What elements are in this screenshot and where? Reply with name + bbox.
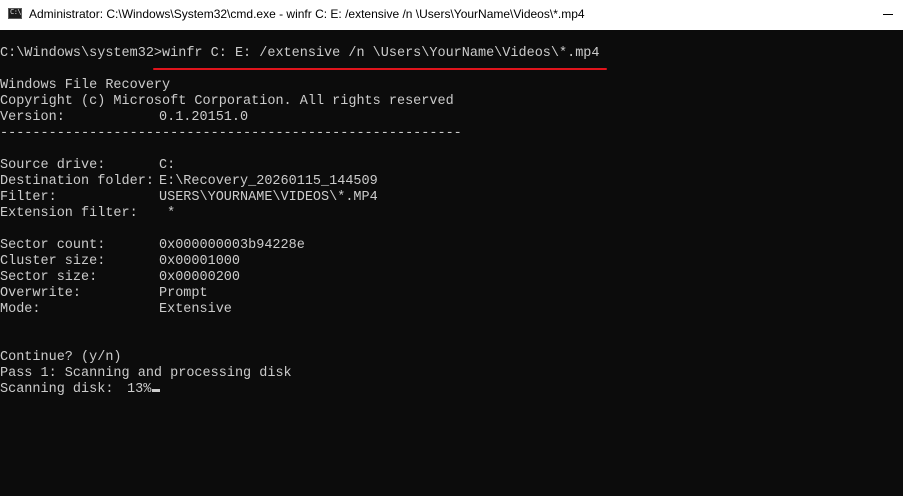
scan-progress-line: Scanning disk: 13%	[0, 382, 161, 398]
pass-status-line: Pass 1: Scanning and processing disk	[0, 366, 292, 381]
filter-label: Filter:	[0, 190, 57, 205]
sector-count-label: Sector count:	[0, 238, 106, 253]
version-value: 0.1.20151.0	[159, 110, 249, 125]
cluster-size-row: Cluster size: 0x00001000	[0, 254, 240, 270]
separator-line: ----------------------------------------…	[0, 126, 462, 141]
mode-value: Extensive	[159, 302, 232, 317]
scan-label: Scanning disk:	[0, 382, 114, 397]
source-drive-row: Source drive: C:	[0, 158, 175, 174]
extension-filter-label: Extension filter:	[0, 206, 138, 221]
command-text: winfr C: E: /extensive /n \Users\YourNam…	[162, 46, 600, 61]
cmd-icon[interactable]: C:\	[8, 8, 22, 19]
prompt-text: C:\Windows\system32>	[0, 46, 163, 61]
window-title: Administrator: C:\Windows\System32\cmd.e…	[29, 7, 585, 21]
filter-value: USERS\YOURNAME\VIDEOS\*.MP4	[159, 190, 378, 205]
version-label: Version:	[0, 110, 65, 125]
command-highlight-underline	[153, 68, 607, 70]
overwrite-value: Prompt	[159, 286, 208, 301]
filter-row: Filter: USERS\YOURNAME\VIDEOS\*.MP4	[0, 190, 378, 206]
app-name-line: Windows File Recovery	[0, 78, 171, 93]
source-drive-label: Source drive:	[0, 158, 106, 173]
destination-folder-label: Destination folder:	[0, 174, 154, 189]
sector-count-row: Sector count: 0x000000003b94228e	[0, 238, 305, 254]
destination-folder-row: Destination folder: E:\Recovery_20260115_…	[0, 174, 378, 190]
minimize-icon	[883, 14, 893, 15]
command-line: C:\Windows\system32>winfr C: E: /extensi…	[0, 46, 600, 62]
extension-filter-value: *	[159, 206, 176, 221]
cmd-icon-glyph: C:\	[10, 8, 22, 16]
version-line: Version: 0.1.20151.0	[0, 110, 248, 126]
copyright-line: Copyright (c) Microsoft Corporation. All…	[0, 94, 454, 109]
sector-count-value: 0x000000003b94228e	[159, 238, 305, 253]
console-output[interactable]: C:\Windows\system32>winfr C: E: /extensi…	[0, 30, 903, 496]
extension-filter-row: Extension filter: *	[0, 206, 175, 222]
minimize-button[interactable]	[857, 0, 903, 30]
cluster-size-label: Cluster size:	[0, 254, 106, 269]
scan-percent: 13%	[127, 382, 152, 397]
source-drive-value: C:	[159, 158, 176, 173]
mode-label: Mode:	[0, 302, 41, 317]
text-cursor	[152, 389, 161, 392]
overwrite-row: Overwrite: Prompt	[0, 286, 208, 302]
scan-progress-value: 13%	[127, 382, 161, 398]
cmd-window: C:\ Administrator: C:\Windows\System32\c…	[0, 0, 903, 496]
continue-prompt-line: Continue? (y/n)	[0, 350, 122, 365]
sector-size-label: Sector size:	[0, 270, 98, 285]
destination-folder-value: E:\Recovery_20260115_144509	[159, 174, 378, 189]
cluster-size-value: 0x00001000	[159, 254, 241, 269]
sector-size-row: Sector size: 0x00000200	[0, 270, 240, 286]
overwrite-label: Overwrite:	[0, 286, 82, 301]
mode-row: Mode: Extensive	[0, 302, 232, 318]
title-bar[interactable]: C:\ Administrator: C:\Windows\System32\c…	[0, 0, 903, 30]
sector-size-value: 0x00000200	[159, 270, 241, 285]
